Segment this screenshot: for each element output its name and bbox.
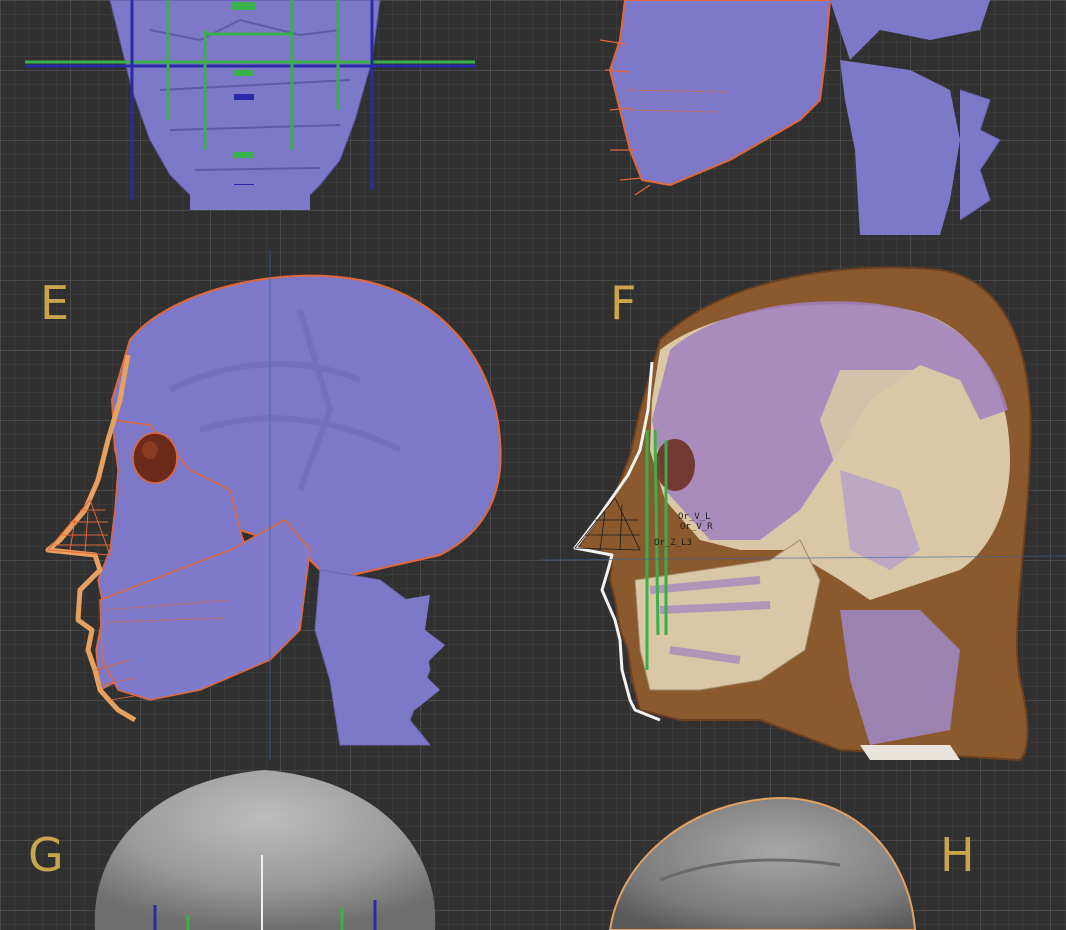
panel-e: E bbox=[0, 250, 540, 760]
annotation-orbit-right: Or_V_R bbox=[680, 522, 713, 532]
panel-h: H bbox=[540, 770, 1066, 930]
front-skull-graphic bbox=[25, 0, 475, 210]
vertebra-processes bbox=[959, 89, 1001, 221]
side-skull-top-graphic bbox=[599, 0, 1001, 235]
panel-c-front-skull bbox=[0, 0, 520, 240]
panel-e-graphic bbox=[45, 250, 502, 760]
skull-back bbox=[830, 0, 990, 60]
panel-d-side-skull bbox=[580, 0, 1066, 240]
eye-sphere bbox=[655, 439, 695, 491]
panel-h-graphic bbox=[608, 796, 917, 930]
eye-highlight bbox=[142, 441, 158, 459]
eye-sphere bbox=[132, 432, 178, 484]
front-neck bbox=[190, 185, 310, 210]
panel-f-graphic bbox=[540, 266, 1066, 762]
clay-head-side bbox=[608, 796, 917, 930]
marker-green bbox=[234, 70, 254, 76]
annotation-zygoma: Or_Z_L3 bbox=[654, 538, 692, 548]
panel-g: G bbox=[0, 770, 540, 930]
marker-green bbox=[232, 2, 256, 10]
spine-mesh bbox=[840, 60, 960, 235]
vertebra-base bbox=[860, 745, 960, 760]
annotation-orbit-left: Or_V_L bbox=[678, 512, 711, 522]
marker-blue bbox=[234, 94, 254, 100]
clay-head-front bbox=[94, 770, 436, 930]
marker-green bbox=[234, 152, 254, 158]
panel-g-graphic bbox=[94, 770, 436, 930]
side-skull-mesh bbox=[608, 0, 832, 187]
viewport-canvas[interactable]: E F Or_V_L Or_V_R Or_Z_L3 G H bbox=[0, 0, 1066, 930]
panel-f: F Or_V_L Or_V_R Or_Z_L3 bbox=[540, 250, 1066, 770]
nose-wireframe bbox=[46, 499, 111, 556]
